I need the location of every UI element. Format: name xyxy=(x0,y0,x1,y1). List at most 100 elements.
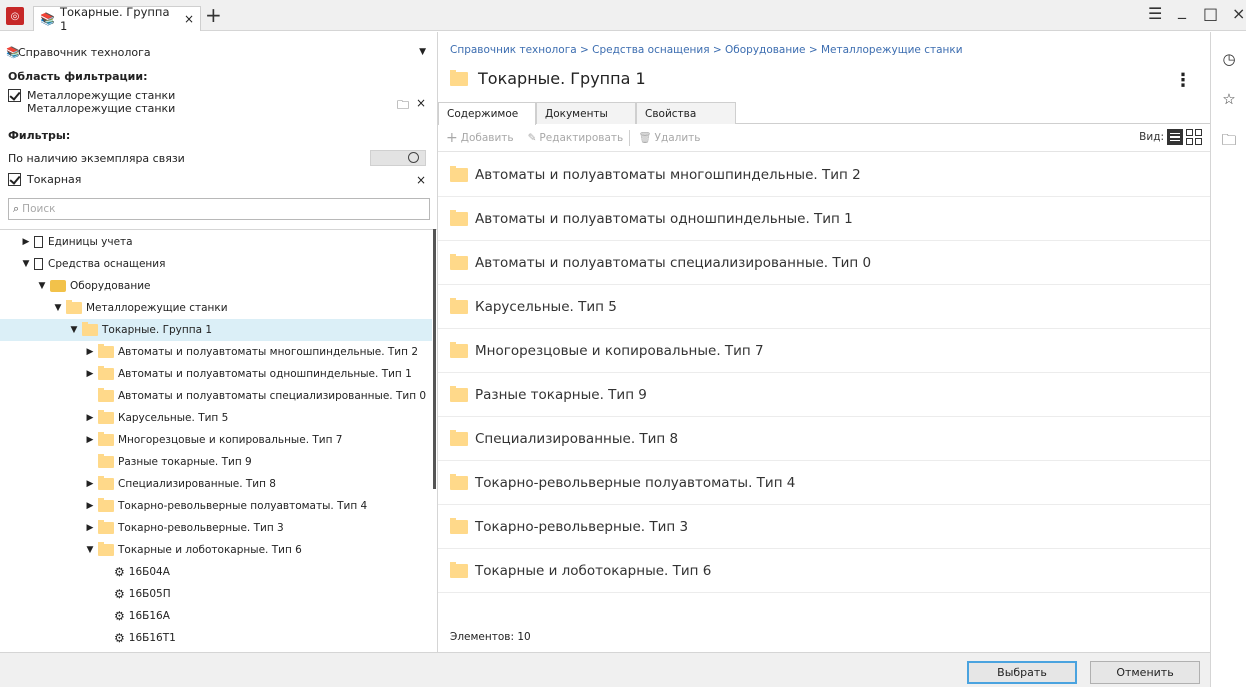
edit-button[interactable]: ✎ Редактировать xyxy=(528,132,624,144)
reference-selector[interactable]: 📚 Справочник технолога ▼ xyxy=(6,44,426,60)
list-view-icon[interactable] xyxy=(1167,129,1183,145)
view-label: Вид: xyxy=(1139,131,1164,143)
title-bar: ◎ 📚 Токарные. Группа 1 × + ☰ _ □ × xyxy=(0,0,1246,33)
list-item[interactable]: Специализированные. Тип 8 xyxy=(438,417,1210,461)
tree-node[interactable]: ▶ Многорезцовые и копировальные. Тип 7 xyxy=(0,429,432,451)
folder-icon xyxy=(98,454,114,468)
filter-area-checkbox[interactable] xyxy=(8,89,21,102)
list-item[interactable]: Токарно-револьверные. Тип 3 xyxy=(438,505,1210,549)
tree-node[interactable]: ▼ Токарные и лоботокарные. Тип 6 xyxy=(0,539,432,561)
caret-right-icon[interactable]: ▶ xyxy=(86,435,94,445)
list-item[interactable]: Токарно-револьверные полуавтоматы. Тип 4 xyxy=(438,461,1210,505)
caret-down-icon[interactable]: ▼ xyxy=(22,259,30,269)
list-item[interactable]: Многорезцовые и копировальные. Тип 7 xyxy=(438,329,1210,373)
tab-properties[interactable]: Свойства xyxy=(636,102,736,124)
folder-icon xyxy=(450,473,468,490)
tree-node[interactable]: ▶ Автоматы и полуавтоматы одношпиндельные… xyxy=(0,363,432,385)
tree-node[interactable]: ⚙ 16Б04А xyxy=(0,561,432,583)
caret-right-icon[interactable]: ▶ xyxy=(86,369,94,379)
tree-node[interactable]: ⚙ 16Б05П xyxy=(0,583,432,605)
tree-node-label: Многорезцовые и копировальные. Тип 7 xyxy=(118,434,343,446)
caret-down-icon[interactable]: ▼ xyxy=(38,281,46,291)
list-item[interactable]: Автоматы и полуавтоматы одношпиндельные.… xyxy=(438,197,1210,241)
tree-node[interactable]: ⚙ 16Б16Т1 xyxy=(0,627,432,649)
new-tab-button[interactable]: + xyxy=(205,5,222,25)
tree-node[interactable]: ⚙ 16Б16А xyxy=(0,605,432,627)
tree-node[interactable]: ▶ Единицы учета xyxy=(0,231,432,253)
plus-icon: + xyxy=(446,129,458,146)
add-button[interactable]: + Добавить xyxy=(446,130,514,146)
list-item[interactable]: Автоматы и полуавтоматы многошпиндельные… xyxy=(438,153,1210,197)
document-icon xyxy=(34,258,43,270)
history-icon[interactable]: ◷ xyxy=(1211,50,1246,68)
grid-view-icon[interactable] xyxy=(1186,129,1202,145)
caret-right-icon[interactable]: ▶ xyxy=(86,347,94,357)
folder-icon xyxy=(450,341,468,358)
maximize-button[interactable]: □ xyxy=(1203,4,1218,23)
filter-tag-row: Токарная xyxy=(8,173,81,186)
tree-node[interactable]: ▶ Автоматы и полуавтоматы многошпиндельны… xyxy=(0,341,432,363)
folder-icon xyxy=(450,69,468,86)
tree-node[interactable]: ▼ Металлорежущие станки xyxy=(0,297,432,319)
app-logo-icon[interactable]: ◎ xyxy=(6,7,24,25)
tree-node[interactable]: ▼ Оборудование xyxy=(0,275,432,297)
delete-button[interactable]: 🗑 Удалить xyxy=(638,131,700,145)
folder-icon xyxy=(98,366,114,380)
folder-icon xyxy=(98,410,114,424)
tree-node[interactable]: ▶ Карусельные. Тип 5 xyxy=(0,407,432,429)
tree-node[interactable]: ▼ Средства оснащения xyxy=(0,253,432,275)
caret-right-icon[interactable]: ▶ xyxy=(86,413,94,423)
books-icon: 📚 xyxy=(40,12,55,26)
add-label: Добавить xyxy=(460,131,514,144)
folder-icon xyxy=(82,322,98,336)
caret-right-icon[interactable]: ▶ xyxy=(22,237,30,247)
tree-node[interactable]: Автоматы и полуавтоматы специализированн… xyxy=(0,385,432,407)
filter-tag-close-icon[interactable]: × xyxy=(416,173,426,187)
caret-down-icon[interactable]: ▼ xyxy=(70,325,78,335)
page-title: Токарные. Группа 1 xyxy=(450,69,646,88)
document-tab[interactable]: 📚 Токарные. Группа 1 × xyxy=(33,5,201,33)
tree-node[interactable]: ▶ Специализированные. Тип 8 xyxy=(0,473,432,495)
tree-node[interactable]: ▶ Токарно-револьверные полуавтоматы. Тип … xyxy=(0,495,432,517)
filter-area-close-icon[interactable]: × xyxy=(416,96,426,110)
folder-icon xyxy=(98,498,114,512)
favorites-icon[interactable]: ☆ xyxy=(1211,90,1246,108)
folder-outline-icon[interactable]: 🗀 xyxy=(397,96,409,117)
filter-tag-checkbox[interactable] xyxy=(8,173,21,186)
caret-right-icon[interactable]: ▶ xyxy=(86,501,94,511)
trash-icon: 🗑 xyxy=(638,132,652,144)
folder-icon xyxy=(450,209,468,226)
search-input[interactable]: ⌕ Поиск xyxy=(8,198,430,220)
menu-button[interactable]: ☰ xyxy=(1148,4,1162,23)
filter-link-label: По наличию экземпляра связи xyxy=(8,152,185,165)
select-button[interactable]: Выбрать xyxy=(967,661,1077,684)
caret-right-icon[interactable]: ▶ xyxy=(86,523,94,533)
list-item[interactable]: Разные токарные. Тип 9 xyxy=(438,373,1210,417)
tree-node[interactable]: ▶ Токарно-револьверные. Тип 3 xyxy=(0,517,432,539)
list-item[interactable]: Карусельные. Тип 5 xyxy=(438,285,1210,329)
search-placeholder: Поиск xyxy=(22,203,56,215)
tab-close-button[interactable]: × xyxy=(184,12,194,26)
tab-documents[interactable]: Документы xyxy=(536,102,636,124)
link-filter-toggle[interactable] xyxy=(370,150,426,166)
more-options-icon[interactable]: ⋮ xyxy=(1174,70,1192,91)
navigation-tree: ▶ Единицы учета ▼ Средства оснащения ▼ Оборуд… xyxy=(0,229,437,652)
cancel-button[interactable]: Отменить xyxy=(1090,661,1200,684)
caret-right-icon[interactable]: ▶ xyxy=(86,479,94,489)
caret-down-icon[interactable]: ▼ xyxy=(54,303,62,313)
reference-label: Справочник технолога xyxy=(18,45,151,59)
tree-node[interactable]: ▼ Токарные. Группа 1 xyxy=(0,319,432,341)
equipment-icon xyxy=(50,280,66,292)
tree-node[interactable]: Разные токарные. Тип 9 xyxy=(0,451,432,473)
minimize-button[interactable]: _ xyxy=(1178,0,1186,19)
toolbar: + Добавить ✎ Редактировать 🗑 Удалить Вид… xyxy=(438,124,1210,152)
list-item[interactable]: Автоматы и полуавтоматы специализированн… xyxy=(438,241,1210,285)
close-button[interactable]: × xyxy=(1232,4,1245,23)
chevron-down-icon[interactable]: ▼ xyxy=(419,47,426,57)
breadcrumb[interactable]: Справочник технолога > Средства оснащени… xyxy=(450,44,963,56)
tree-scrollbar[interactable] xyxy=(433,229,436,489)
tab-contents[interactable]: Содержимое xyxy=(438,102,536,125)
folder-icon[interactable]: 🗀 xyxy=(1211,130,1246,155)
caret-down-icon[interactable]: ▼ xyxy=(86,545,94,555)
list-item[interactable]: Токарные и лоботокарные. Тип 6 xyxy=(438,549,1210,593)
